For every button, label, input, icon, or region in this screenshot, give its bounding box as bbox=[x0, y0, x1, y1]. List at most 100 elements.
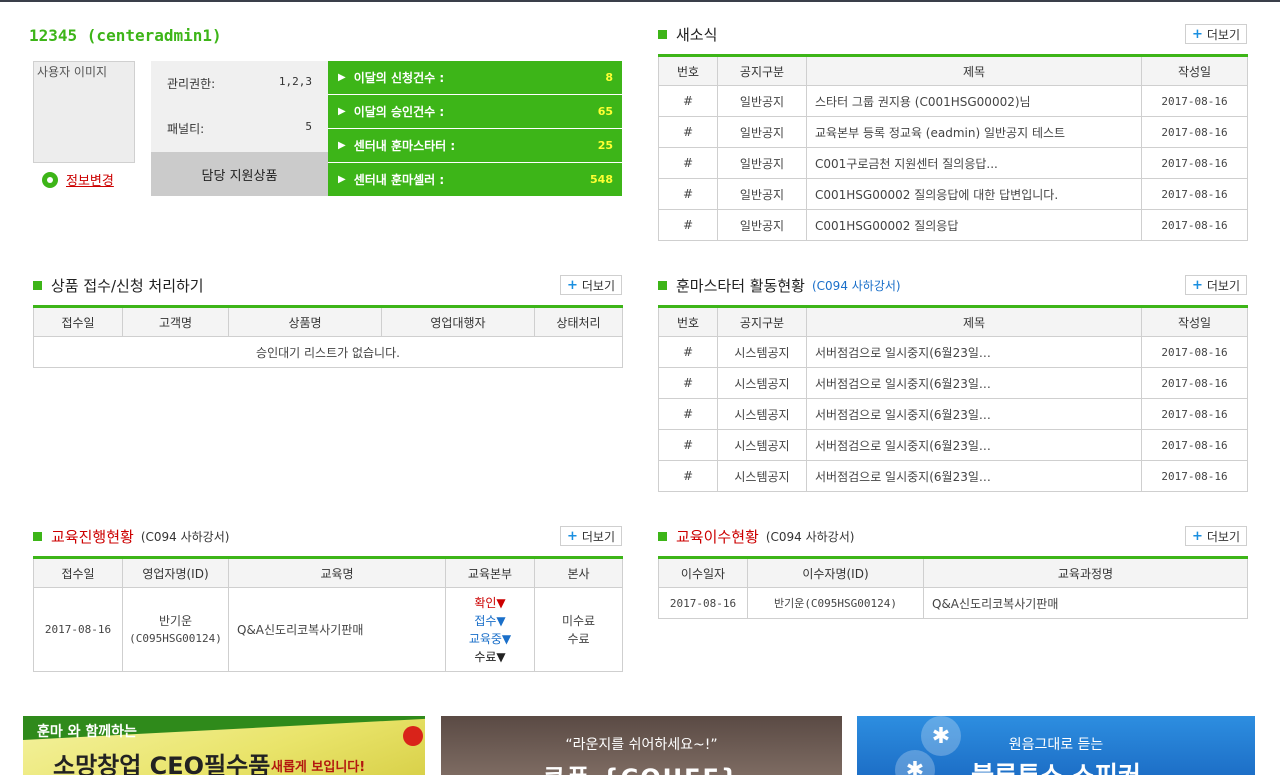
row-type: 시스템공지 bbox=[717, 429, 807, 461]
row-date: 2017-08-16 bbox=[1141, 178, 1248, 210]
col-header: 이수일자 bbox=[658, 557, 748, 588]
bullet-icon bbox=[33, 281, 42, 290]
table-row[interactable]: # 일반공지 C001HSG00002 질의응답 2017-08-16 bbox=[658, 209, 1248, 241]
edu-complete-subtitle: (C094 사하강서) bbox=[765, 530, 855, 544]
row-type: 시스템공지 bbox=[717, 398, 807, 430]
stat-label: 이달의 신청건수 : bbox=[353, 71, 445, 85]
stat-monthly-approvals[interactable]: ▶ 이달의 승인건수 : 65 bbox=[328, 95, 622, 128]
row-type: 일반공지 bbox=[717, 116, 807, 148]
bullet-icon bbox=[33, 532, 42, 541]
row-title-link[interactable]: 서버점검으로 일시중지(6월23일… bbox=[806, 398, 1142, 430]
stat-center-starters[interactable]: ▶ 센터내 훈마스타터 : 25 bbox=[328, 129, 622, 162]
stat-monthly-applications[interactable]: ▶ 이달의 신청건수 : 8 bbox=[328, 61, 622, 94]
row-number: # bbox=[658, 178, 718, 210]
row-name: 반기운(C095HSG00124) bbox=[747, 587, 924, 619]
head-status-complete: 수료 bbox=[567, 631, 590, 646]
user-title: 12345 (centeradmin1) bbox=[29, 26, 222, 45]
support-products-button[interactable]: 담당 지원상품 bbox=[151, 152, 328, 196]
row-title-link[interactable]: C001구로금천 지원센터 질의응답... bbox=[806, 147, 1142, 179]
starter-more-button[interactable]: + 더보기 bbox=[1185, 275, 1247, 295]
row-hq-status: 확인▼ 접수▼ 교육중▼ 수료▼ bbox=[445, 587, 535, 672]
table-row[interactable]: # 시스템공지 서버점검으로 일시중지(6월23일… 2017-08-16 bbox=[658, 460, 1248, 492]
table-row[interactable]: # 시스템공지 서버점검으로 일시중지(6월23일… 2017-08-16 bbox=[658, 336, 1248, 368]
table-row[interactable]: # 일반공지 C001HSG00002 질의응답에 대한 답변입니다. 2017… bbox=[658, 178, 1248, 210]
starter-title: 훈마스타터 활동현황 bbox=[676, 277, 805, 295]
table-row: 2017-08-16 반기운(C095HSG00124) Q&A신도리코복사기판… bbox=[658, 587, 1248, 619]
status-training-dropdown[interactable]: 교육중▼ bbox=[447, 630, 534, 648]
row-date: 2017-08-16 bbox=[1141, 336, 1248, 368]
row-title-link[interactable]: 교육본부 등록 정교육 (eadmin) 일반공지 테스트 bbox=[806, 116, 1142, 148]
news-header: 새소식 bbox=[658, 24, 717, 45]
edu-progress-more-button[interactable]: + 더보기 bbox=[560, 526, 622, 546]
table-row[interactable]: # 일반공지 스타터 그룹 권지용 (C001HSG00002)님 2017-0… bbox=[658, 85, 1248, 117]
banner-line1: 원음그대로 듣는 bbox=[1008, 737, 1104, 753]
table-row[interactable]: # 일반공지 교육본부 등록 정교육 (eadmin) 일반공지 테스트 201… bbox=[658, 116, 1248, 148]
gear-icon bbox=[42, 171, 58, 188]
row-title-link[interactable]: C001HSG00002 질의응답 bbox=[806, 209, 1142, 241]
salesperson-id: (C095HSG00124) bbox=[129, 631, 222, 645]
row-number: # bbox=[658, 398, 718, 430]
empty-message: 승인대기 리스트가 없습니다. bbox=[33, 336, 623, 368]
penalty-label: 패널티: bbox=[167, 122, 205, 136]
table-row[interactable]: # 일반공지 C001구로금천 지원센터 질의응답... 2017-08-16 bbox=[658, 147, 1248, 179]
col-header: 공지구분 bbox=[717, 306, 807, 337]
product-title: 상품 접수/신청 처리하기 bbox=[51, 277, 204, 295]
edu-progress-subtitle: (C094 사하강서) bbox=[140, 530, 230, 544]
row-date: 2017-08-16 bbox=[1141, 116, 1248, 148]
pushpin-icon bbox=[403, 726, 423, 746]
news-title: 새소식 bbox=[676, 26, 718, 44]
banner-line1: “라운지를 쉬어하세요~!” bbox=[565, 737, 718, 753]
col-header: 교육명 bbox=[228, 557, 446, 588]
news-more-button[interactable]: + 더보기 bbox=[1185, 24, 1247, 44]
status-receive-dropdown[interactable]: 접수▼ bbox=[447, 612, 534, 630]
top-border bbox=[0, 0, 1280, 2]
plus-icon: + bbox=[1191, 528, 1203, 544]
row-number: # bbox=[658, 429, 718, 461]
col-header: 상품명 bbox=[228, 306, 382, 337]
edu-complete-more-button[interactable]: + 더보기 bbox=[1185, 526, 1247, 546]
more-label: 더보기 bbox=[1206, 529, 1241, 544]
col-header: 접수일 bbox=[33, 557, 123, 588]
product-more-button[interactable]: + 더보기 bbox=[560, 275, 622, 295]
row-title-link[interactable]: 서버점검으로 일시중지(6월23일… bbox=[806, 460, 1142, 492]
table-row[interactable]: # 시스템공지 서버점검으로 일시중지(6월23일… 2017-08-16 bbox=[658, 429, 1248, 461]
row-number: # bbox=[658, 116, 718, 148]
row-title-link[interactable]: 서버점검으로 일시중지(6월23일… bbox=[806, 336, 1142, 368]
bluetooth-speaker-banner[interactable]: ✱ ✱ 원음그대로 듣는 블루투스 스피커 bbox=[857, 716, 1255, 775]
row-title-link[interactable]: 서버점검으로 일시중지(6월23일… bbox=[806, 429, 1142, 461]
col-header: 고객명 bbox=[122, 306, 229, 337]
row-date: 2017-08-16 bbox=[658, 587, 748, 619]
row-title-link[interactable]: C001HSG00002 질의응답에 대한 답변입니다. bbox=[806, 178, 1142, 210]
stat-label: 이달의 승인건수 : bbox=[353, 105, 445, 119]
more-label: 더보기 bbox=[581, 278, 616, 293]
stat-center-sellers[interactable]: ▶ 센터내 훈마셀러 : 548 bbox=[328, 163, 622, 196]
col-header: 영업대행자 bbox=[381, 306, 535, 337]
edit-info-label[interactable]: 정보변경 bbox=[66, 170, 114, 189]
coffee-coupon-banner[interactable]: “라운지를 쉬어하세요~!” 쿠폰 {COUFF} bbox=[441, 716, 842, 775]
triangle-right-icon: ▶ bbox=[338, 72, 346, 83]
row-number: # bbox=[658, 85, 718, 117]
row-date: 2017-08-16 bbox=[1141, 429, 1248, 461]
edit-info-link[interactable]: 정보변경 bbox=[42, 170, 114, 189]
row-number: # bbox=[658, 460, 718, 492]
permission-row: 관리권한: 1,2,3 bbox=[167, 75, 312, 92]
table-row[interactable]: # 시스템공지 서버점검으로 일시중지(6월23일… 2017-08-16 bbox=[658, 398, 1248, 430]
penalty-value: 5 bbox=[305, 120, 312, 133]
col-header: 접수일 bbox=[33, 306, 123, 337]
col-header: 공지구분 bbox=[717, 55, 807, 86]
row-date: 2017-08-16 bbox=[1141, 147, 1248, 179]
ceo-essentials-banner[interactable]: 훈마 와 함께하는 소망창업 CEO필수품 새롭게 보입니다! bbox=[23, 716, 425, 775]
row-title-link[interactable]: 스타터 그룹 권지용 (C001HSG00002)님 bbox=[806, 85, 1142, 117]
head-status-incomplete: 미수료 bbox=[561, 613, 596, 628]
col-header: 번호 bbox=[658, 55, 718, 86]
edu-progress-table: 접수일 영업자명(ID) 교육명 교육본부 본사 2017-08-16 반기운 … bbox=[33, 556, 623, 672]
row-title-link[interactable]: 서버점검으로 일시중지(6월23일… bbox=[806, 367, 1142, 399]
product-header: 상품 접수/신청 처리하기 bbox=[33, 275, 204, 296]
status-complete-dropdown[interactable]: 수료▼ bbox=[447, 648, 534, 666]
row-course: Q&A신도리코복사기판매 bbox=[228, 587, 446, 672]
row-type: 일반공지 bbox=[717, 85, 807, 117]
status-confirm-dropdown[interactable]: 확인▼ bbox=[447, 594, 534, 612]
row-number: # bbox=[658, 336, 718, 368]
table-row[interactable]: # 시스템공지 서버점검으로 일시중지(6월23일… 2017-08-16 bbox=[658, 367, 1248, 399]
permission-box: 관리권한: 1,2,3 패널티: 5 bbox=[151, 61, 328, 152]
